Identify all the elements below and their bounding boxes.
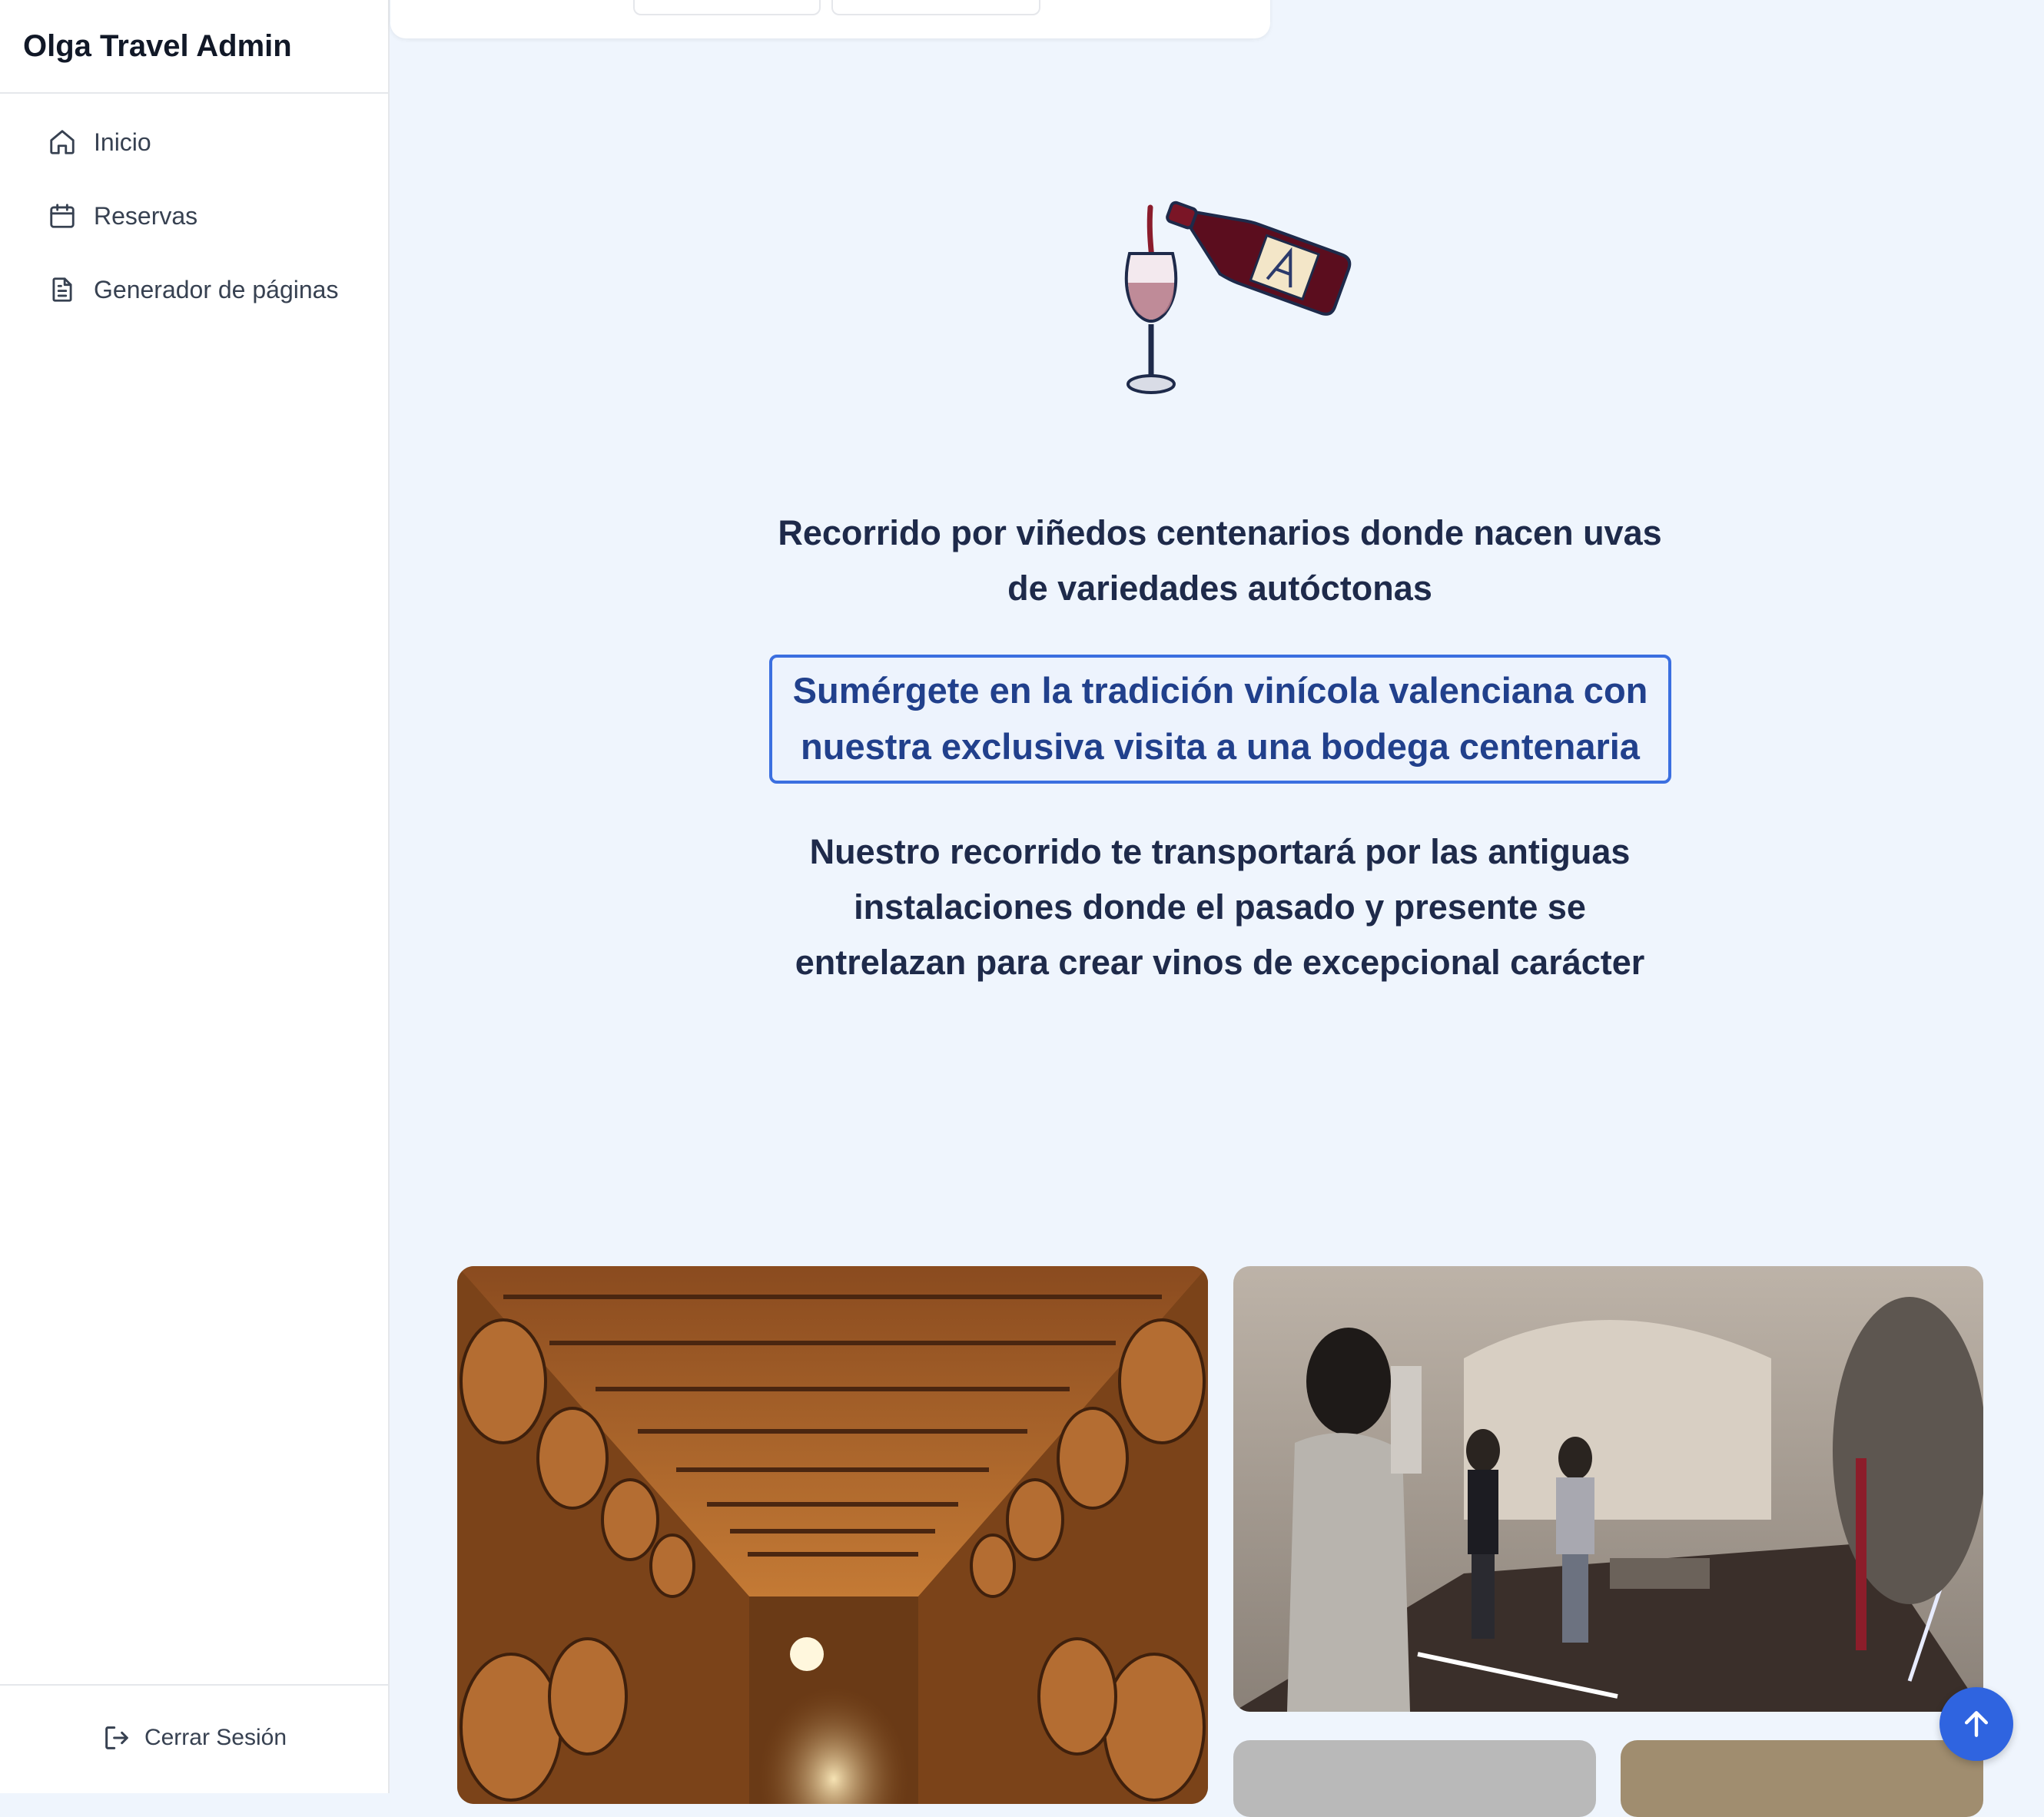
sidebar-item-inicio[interactable]: Inicio (23, 117, 365, 167)
sidebar-footer: Cerrar Sesión (0, 1684, 388, 1793)
previous-section-card (390, 0, 1270, 38)
document-icon (52, 277, 72, 302)
arrow-up-icon (1964, 1711, 1989, 1737)
logout-label: Cerrar Sesión (144, 1725, 287, 1750)
sidebar-item-label: Inicio (94, 128, 151, 156)
sidebar-item-label: Reservas (94, 201, 198, 230)
editable-text-field[interactable]: Sumérgete en la tradición vinícola valen… (769, 655, 1671, 784)
cave-visitors-photo (1233, 1266, 1983, 1712)
sidebar: Olga Travel Admin Inicio Reservas Genera… (0, 0, 390, 1793)
cellar-barrels-photo (457, 1266, 1208, 1804)
section-heading: Recorrido por viñedos centenarios donde … (778, 513, 1662, 608)
gallery-thumbnail-photo (1621, 1740, 1983, 1817)
gallery-thumbnail-photo (1233, 1740, 1596, 1817)
wine-pour-illustration (1124, 201, 1352, 394)
scroll-to-top-button[interactable] (1939, 1687, 2013, 1761)
sidebar-item-reservas[interactable]: Reservas (23, 191, 365, 241)
calendar-icon (50, 204, 75, 228)
home-icon (50, 130, 75, 154)
card-button[interactable] (633, 0, 821, 15)
card-button[interactable] (831, 0, 1040, 15)
logout-icon (105, 1726, 128, 1749)
sidebar-item-generador[interactable]: Generador de páginas (23, 264, 365, 315)
logout-button[interactable]: Cerrar Sesión (101, 1723, 287, 1753)
sidebar-item-label: Generador de páginas (94, 275, 339, 303)
section-body: Nuestro recorrido te transportará por la… (795, 832, 1645, 982)
sidebar-nav: Inicio Reservas Generador de páginas (0, 94, 388, 315)
app-title: Olga Travel Admin (0, 0, 388, 94)
